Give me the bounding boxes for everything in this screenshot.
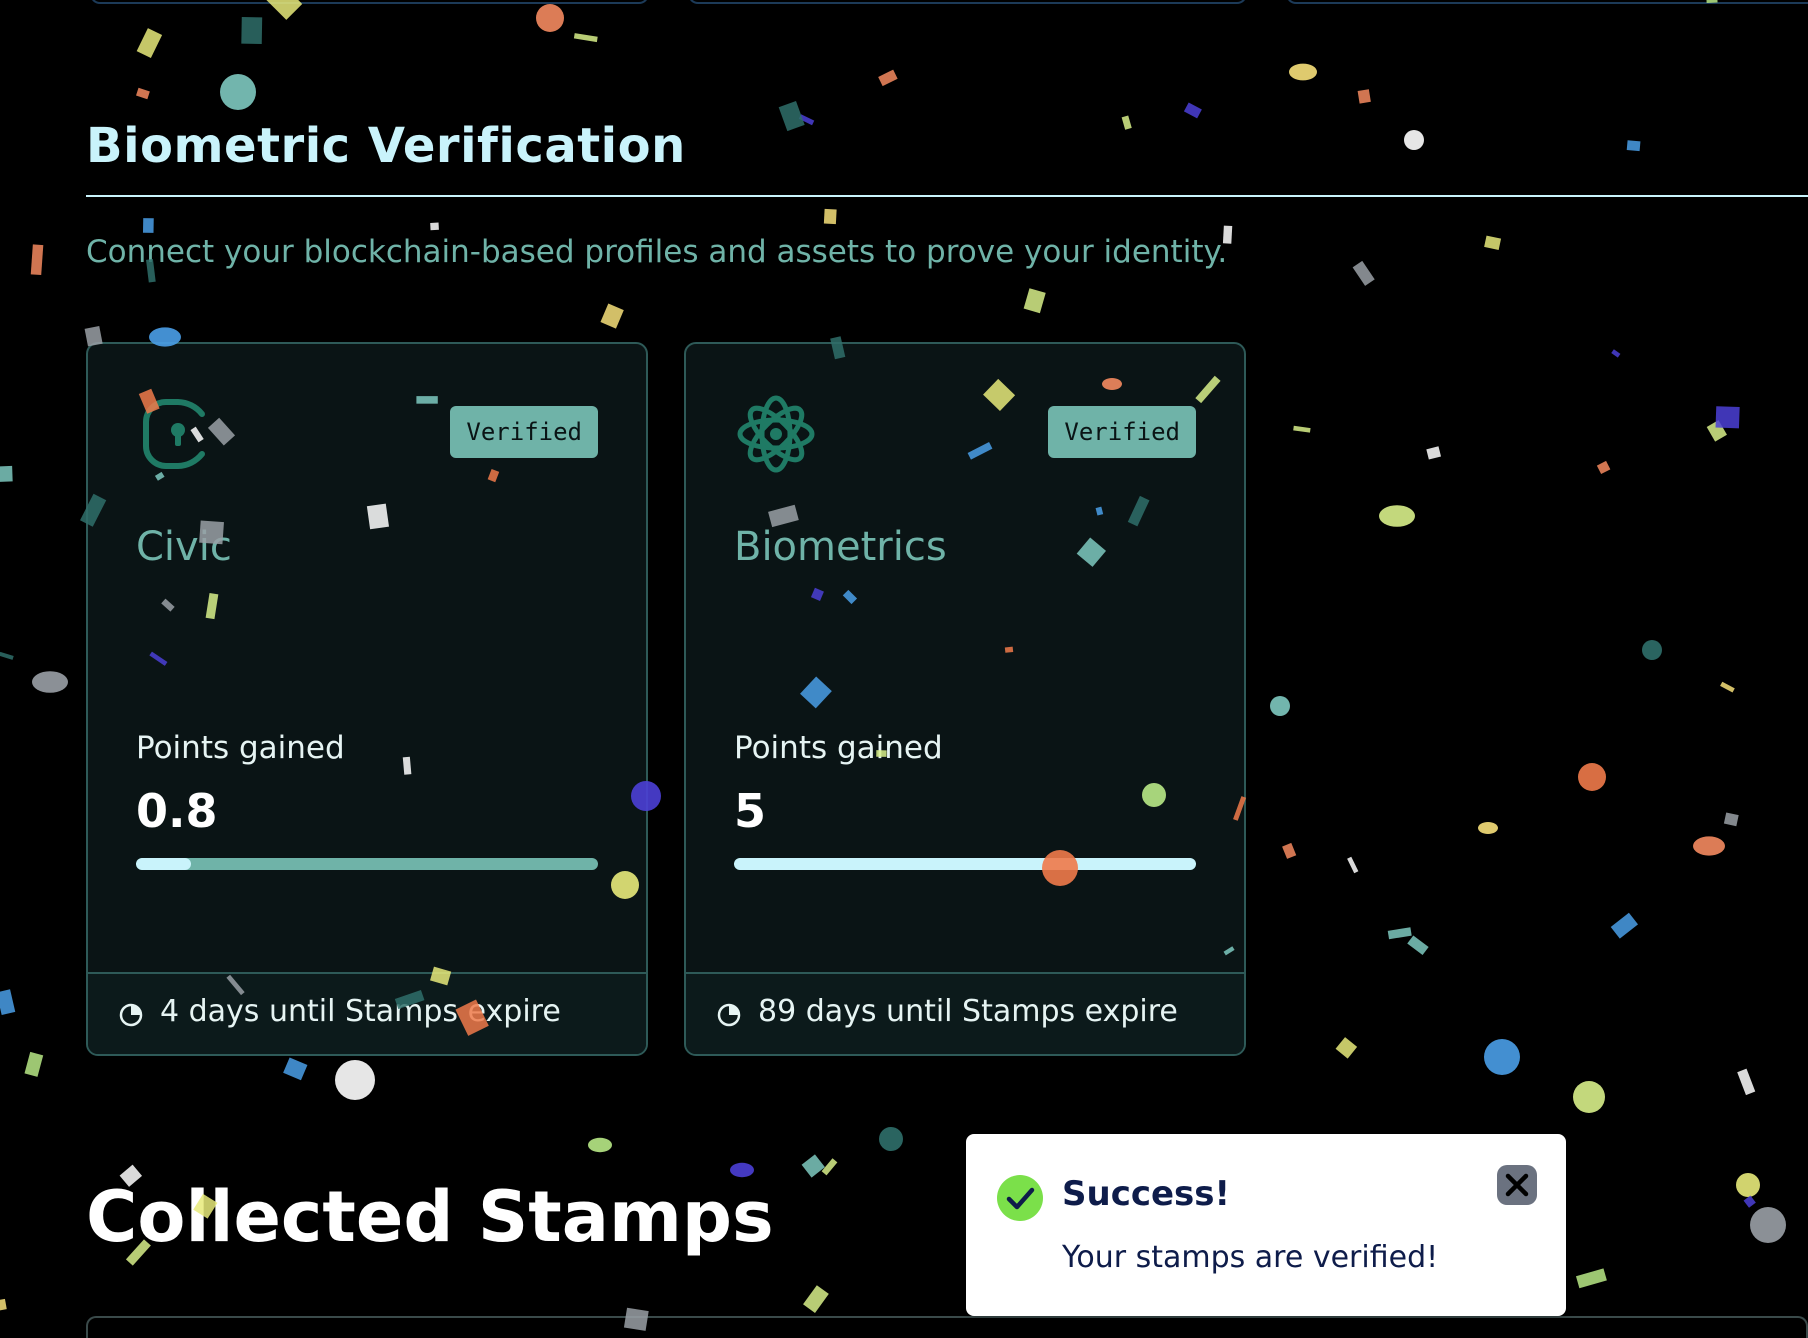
confetti-piece [1387, 927, 1412, 940]
collected-stamps-card-edge [86, 1316, 1808, 1338]
confetti-piece [24, 1051, 44, 1077]
confetti-piece [142, 218, 154, 233]
confetti-piece [1706, 420, 1727, 442]
confetti-piece [1578, 763, 1606, 791]
confetti-piece [0, 651, 14, 660]
confetti-piece [1352, 260, 1375, 286]
points-progress-fill [734, 858, 1196, 870]
confetti-piece [1596, 460, 1611, 475]
confetti-piece [879, 1127, 903, 1151]
confetti-piece [1478, 822, 1498, 834]
confetti-piece [778, 100, 805, 132]
points-progress-bar [734, 858, 1196, 870]
points-label: Points gained [136, 730, 345, 766]
confetti-piece [0, 989, 16, 1016]
stamp-card-civic[interactable]: Verified Civic Points gained 0.8 4 days … [86, 342, 648, 1056]
section-title: Biometric Verification [86, 118, 686, 174]
confetti-piece [1293, 425, 1311, 433]
confetti-piece [536, 4, 564, 32]
confetti-piece [1270, 696, 1290, 716]
confetti-piece [1750, 1207, 1786, 1243]
confetti-piece [1347, 856, 1359, 874]
civic-logo-icon [136, 392, 220, 476]
verified-badge: Verified [450, 406, 598, 458]
confetti-piece [823, 208, 837, 225]
confetti-piece [1736, 1173, 1760, 1197]
confetti-piece [241, 17, 263, 44]
points-value: 5 [734, 784, 767, 838]
expiry-text: 4 days until Stamps expire [160, 994, 561, 1029]
confetti-piece [32, 671, 68, 693]
confetti-piece [0, 465, 13, 482]
clock-icon [716, 1002, 742, 1028]
previous-section-card [90, 0, 649, 4]
confetti-piece [430, 222, 439, 231]
close-icon[interactable] [1496, 1164, 1538, 1206]
confetti-piece [573, 33, 598, 43]
confetti-piece [1743, 1195, 1756, 1208]
confetti-piece [0, 1298, 7, 1313]
clock-icon [118, 1002, 144, 1028]
confetti-piece [878, 69, 898, 87]
confetti-piece [801, 1154, 825, 1178]
confetti-piece [1379, 505, 1415, 527]
stamp-card-biometrics[interactable]: Verified Biometrics Points gained 5 89 d… [684, 342, 1246, 1056]
confetti-piece [1023, 288, 1046, 314]
confetti-piece [1282, 842, 1297, 859]
confetti-piece [1693, 836, 1725, 856]
confetti-piece [1737, 1068, 1756, 1096]
confetti-piece [335, 1060, 375, 1100]
biometrics-logo-icon [734, 392, 818, 476]
provider-name: Civic [136, 524, 232, 570]
card-footer: 89 days until Stamps expire [686, 972, 1244, 1054]
confetti-piece [1289, 63, 1317, 81]
toast-message: Your stamps are verified! [1062, 1240, 1439, 1275]
confetti-piece [1484, 235, 1502, 250]
section-divider [86, 195, 1808, 197]
verified-badge: Verified [1048, 406, 1196, 458]
confetti-piece [1720, 681, 1735, 693]
confetti-piece [220, 74, 256, 110]
confetti-piece [136, 87, 150, 100]
confetti-piece [1404, 130, 1424, 150]
confetti-piece [798, 114, 815, 126]
confetti-piece [1723, 812, 1739, 827]
confetti-piece [1183, 102, 1202, 119]
confetti-piece [136, 28, 163, 59]
confetti-piece [30, 244, 44, 276]
check-circle-icon [996, 1174, 1044, 1222]
confetti-piece [1573, 1081, 1605, 1113]
section-description: Connect your blockchain-based profiles a… [86, 234, 1228, 270]
previous-section-card [1286, 0, 1808, 4]
confetti-piece [821, 1158, 838, 1176]
confetti-piece [283, 1057, 308, 1081]
points-progress-fill [136, 858, 192, 870]
provider-name: Biometrics [734, 524, 947, 570]
page-root: Biometric Verification Connect your bloc… [0, 0, 1808, 1338]
confetti-piece [600, 303, 624, 329]
previous-section-card [688, 0, 1247, 4]
confetti-piece [1642, 640, 1662, 660]
confetti-piece [588, 1137, 612, 1153]
points-progress-bar [136, 858, 598, 870]
confetti-piece [1575, 1268, 1607, 1289]
confetti-piece [1426, 446, 1442, 460]
confetti-piece [803, 1285, 829, 1313]
toast-title: Success! [1062, 1174, 1231, 1214]
points-label: Points gained [734, 730, 943, 766]
collected-stamps-title: Collected Stamps [86, 1176, 774, 1258]
confetti-piece [1121, 115, 1132, 130]
card-footer: 4 days until Stamps expire [88, 972, 646, 1054]
confetti-piece [1357, 89, 1371, 104]
confetti-piece [1335, 1037, 1358, 1059]
confetti-piece [1715, 406, 1740, 429]
confetti-piece [1407, 935, 1429, 956]
confetti-piece [1611, 349, 1621, 358]
confetti-piece [1610, 912, 1639, 939]
confetti-piece [1484, 1039, 1520, 1075]
expiry-text: 89 days until Stamps expire [758, 994, 1178, 1029]
confetti-piece [1626, 140, 1641, 152]
success-toast: Success! Your stamps are verified! [966, 1134, 1566, 1316]
points-value: 0.8 [136, 784, 218, 838]
